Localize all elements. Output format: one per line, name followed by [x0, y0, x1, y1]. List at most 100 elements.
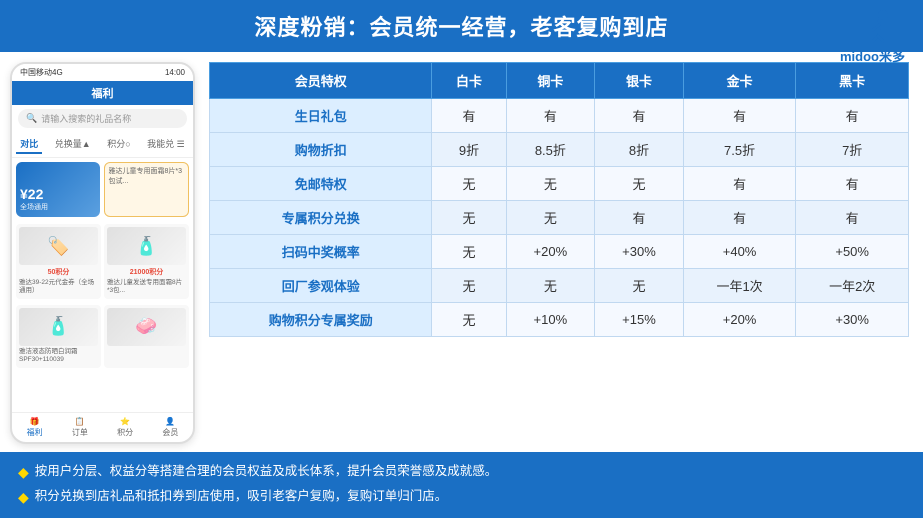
table-cell-value: 7折	[796, 133, 909, 167]
phone-product-3-img: 🧴	[19, 308, 98, 346]
phone-cards-area: ¥22 全场通用 雅达儿童专用面霜8片*3包试...	[12, 158, 193, 221]
col-header-baika: 白卡	[432, 63, 506, 99]
phone-tabs: 对比 兑换量▲ 积分○ 我能兑 ☰	[12, 132, 193, 158]
huiyuan-label: 会员	[162, 427, 178, 438]
fuLi-icon: 🎁	[30, 417, 40, 426]
phone-bottom-nav: 🎁 福利 📋 订单 ⭐ 积分 👤 会员	[12, 412, 193, 442]
phone-tab-jifen[interactable]: 积分○	[103, 135, 134, 154]
phone-product-3-desc: 雅洁液态防晒白润霜SPF30+110039	[19, 348, 98, 365]
footer-bullet-1: ◆	[18, 460, 29, 485]
table-cell-value: 无	[595, 167, 684, 201]
table-row: 专属积分兑换无无有有有	[210, 201, 909, 235]
table-row: 购物折扣9折8.5折8折7.5折7折	[210, 133, 909, 167]
table-cell-value: 无	[432, 269, 506, 303]
midoo-logo-icon	[853, 8, 893, 44]
phone-product-1-img: 🏷️	[19, 227, 98, 265]
footer-text-1: 按用户分层、权益分等搭建合理的会员权益及成长体系，提升会员荣誉感及成就感。	[35, 460, 498, 485]
header: 深度粉销：会员统一经营，老客复购到店	[0, 0, 923, 52]
footer: ◆ 按用户分层、权益分等搭建合理的会员权益及成长体系，提升会员荣誉感及成就感。 …	[0, 452, 923, 518]
table-cell-value: 无	[432, 303, 506, 337]
table-cell-value: +10%	[506, 303, 595, 337]
card-label: 全场通用	[20, 202, 96, 212]
phone-product-4[interactable]: 🧼	[104, 305, 189, 368]
footer-item-1: ◆ 按用户分层、权益分等搭建合理的会员权益及成长体系，提升会员荣誉感及成就感。	[18, 460, 905, 485]
col-header-heika: 黑卡	[796, 63, 909, 99]
fuLi-label: 福利	[27, 427, 43, 438]
col-header-quanyi: 会员特权	[210, 63, 432, 99]
table-cell-value: 8折	[595, 133, 684, 167]
phone-bottom-item-huiyuan[interactable]: 👤 会员	[162, 417, 178, 438]
table-row: 生日礼包有有有有有	[210, 99, 909, 133]
table-cell-value: 9折	[432, 133, 506, 167]
table-cell-value: 有	[595, 201, 684, 235]
table-cell-value: 无	[506, 269, 595, 303]
table-cell-value: 无	[506, 201, 595, 235]
table-cell-value: 有	[595, 99, 684, 133]
phone-nav-title: 福利	[92, 88, 114, 100]
card2-label: 雅达儿童专用面霜8片*3包试...	[109, 167, 185, 187]
phone-products-list: 🏷️ 50积分 雅达39-22元代金券（全场通用） 🧴 21000积分 雅达儿童…	[12, 221, 193, 302]
table-header-row: 会员特权 白卡 铜卡 银卡 金卡 黑卡	[210, 63, 909, 99]
table-cell-value: 有	[506, 99, 595, 133]
table-cell-feature: 扫码中奖概率	[210, 235, 432, 269]
search-placeholder-text: 请输入搜索的礼品名称	[41, 112, 131, 125]
table-cell-value: 无	[432, 201, 506, 235]
main-content: 中国移动4G 14:00 福利 🔍 请输入搜索的礼品名称 对比 兑换量▲ 积分○…	[0, 52, 923, 452]
phone-product-2[interactable]: 🧴 21000积分 雅达儿童发送专用面霜8片*3包...	[104, 224, 189, 299]
phone-bottom-item-fuLi[interactable]: 🎁 福利	[27, 417, 43, 438]
table-cell-value: +50%	[796, 235, 909, 269]
table-cell-value: 一年1次	[683, 269, 796, 303]
table-cell-value: 无	[595, 269, 684, 303]
phone-tab-duihuan[interactable]: 兑换量▲	[51, 135, 95, 154]
logo-text: midoo米多	[840, 46, 905, 65]
phone-product-1-label: 雅达39-22元代金券（全场通用）	[19, 279, 98, 296]
phone-search-bar[interactable]: 🔍 请输入搜索的礼品名称	[18, 109, 187, 128]
phone-product-1-points: 50积分	[19, 267, 98, 277]
phone-tab-woneng[interactable]: 我能兑 ☰	[143, 135, 189, 154]
table-cell-value: +15%	[595, 303, 684, 337]
col-header-jinka: 金卡	[683, 63, 796, 99]
table-cell-value: +40%	[683, 235, 796, 269]
table-cell-value: 一年2次	[796, 269, 909, 303]
phone-bottom-item-jifen[interactable]: ⭐ 积分	[117, 417, 133, 438]
footer-bullet-2: ◆	[18, 485, 29, 510]
table-cell-value: +30%	[595, 235, 684, 269]
table-cell-value: 有	[796, 201, 909, 235]
table-cell-feature: 购物积分专属奖励	[210, 303, 432, 337]
jifen-icon: ⭐	[120, 417, 130, 426]
table-row: 扫码中奖概率无+20%+30%+40%+50%	[210, 235, 909, 269]
table-cell-feature: 生日礼包	[210, 99, 432, 133]
table-cell-feature: 回厂参观体验	[210, 269, 432, 303]
jifen-label: 积分	[117, 427, 133, 438]
phone-status-bar: 中国移动4G 14:00	[12, 64, 193, 81]
search-icon: 🔍	[26, 113, 37, 124]
table-cell-feature: 购物折扣	[210, 133, 432, 167]
phone-bottom-item-dingdan[interactable]: 📋 订单	[72, 417, 88, 438]
footer-text-2: 积分兑换到店礼品和抵扣券到店使用，吸引老客户复购，复购订单归门店。	[35, 485, 448, 510]
table-area: 会员特权 白卡 铜卡 银卡 金卡 黑卡 生日礼包有有有有有购物折扣9折8.5折8…	[209, 62, 909, 444]
membership-table: 会员特权 白卡 铜卡 银卡 金卡 黑卡 生日礼包有有有有有购物折扣9折8.5折8…	[209, 62, 909, 337]
phone-product-1[interactable]: 🏷️ 50积分 雅达39-22元代金券（全场通用）	[16, 224, 101, 299]
table-row: 回厂参观体验无无无一年1次一年2次	[210, 269, 909, 303]
table-cell-value: 有	[796, 99, 909, 133]
footer-item-2: ◆ 积分兑换到店礼品和抵扣券到店使用，吸引老客户复购，复购订单归门店。	[18, 485, 905, 510]
huiyuan-icon: 👤	[165, 417, 175, 426]
phone-product-2-points: 21000积分	[107, 267, 186, 277]
table-cell-value: 有	[683, 167, 796, 201]
col-header-tongka: 铜卡	[506, 63, 595, 99]
phone-nav-bar: 福利	[12, 81, 193, 105]
col-header-yinka: 银卡	[595, 63, 684, 99]
table-cell-value: +20%	[683, 303, 796, 337]
dingdan-label: 订单	[72, 427, 88, 438]
logo-area: midoo米多	[840, 8, 905, 65]
table-cell-value: 有	[683, 201, 796, 235]
phone-tab-duibi[interactable]: 对比	[16, 135, 42, 154]
dingdan-icon: 📋	[75, 417, 85, 426]
phone-product-3[interactable]: 🧴 雅洁液态防晒白润霜SPF30+110039	[16, 305, 101, 368]
table-cell-value: +20%	[506, 235, 595, 269]
phone-product-2-label: 雅达儿童发送专用面霜8片*3包...	[107, 279, 186, 296]
phone-product-2-img: 🧴	[107, 227, 186, 265]
phone-product-4-img: 🧼	[107, 308, 186, 346]
phone-card-product: 雅达儿童专用面霜8片*3包试...	[104, 162, 190, 217]
table-cell-value: 有	[683, 99, 796, 133]
